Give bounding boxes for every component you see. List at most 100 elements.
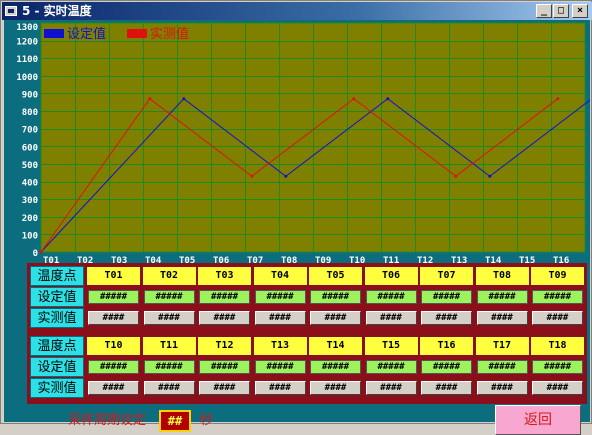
y-tick-label: 700 [22, 126, 38, 136]
title-bar[interactable]: 5 - 实时温度 _ □ × [2, 2, 592, 20]
set-value-cell[interactable]: ##### [532, 360, 583, 374]
temperature-point-cell: T06 [364, 267, 418, 285]
set-value-cell[interactable]: ##### [476, 360, 528, 374]
table-cell: T11 [141, 336, 197, 356]
set-value-cell[interactable]: ##### [199, 290, 250, 304]
set-value-cell[interactable]: ##### [88, 290, 139, 304]
table-cell: #### [308, 308, 363, 328]
maximize-button[interactable]: □ [553, 4, 569, 18]
set-value-cell[interactable]: ##### [365, 290, 417, 304]
row-label-actual: 实测值 [30, 308, 84, 328]
set-value-cell[interactable]: ##### [421, 290, 472, 304]
close-button[interactable]: × [572, 4, 588, 18]
set-value-cell[interactable]: ##### [254, 290, 306, 304]
actual-value-cell: #### [254, 381, 306, 395]
set-value-cell[interactable]: ##### [88, 360, 139, 374]
table-cell: #### [530, 378, 585, 398]
table-cell: #### [363, 308, 419, 328]
y-tick-label: 500 [22, 161, 38, 171]
table-cell: #### [141, 378, 197, 398]
actual-value-cell: #### [421, 381, 472, 395]
back-button[interactable]: 返回 [495, 405, 581, 435]
actual-value-cell: #### [365, 381, 417, 395]
minimize-button[interactable]: _ [536, 4, 552, 18]
table-cell: T12 [197, 336, 252, 356]
table-row: 设定值 ##### ##### ##### ##### ##### ##### ##### ##… [30, 287, 585, 307]
temperature-chart: 0 100 200 300 400 500 600 700 800 900 1000 1100 1200… [16, 22, 590, 265]
app-window: 5 - 实时温度 _ □ × 0 100 200 300 400 500 600 700 800… [0, 0, 592, 435]
temperature-point-cell: T11 [142, 337, 196, 355]
window-title: 5 - 实时温度 [22, 4, 92, 18]
temperature-table: 温度点 T01 T02 T03 T04 T05 T06 T07 T08 T09 设定值 ##### ##… [27, 263, 587, 404]
table-cell: T01 [86, 266, 141, 286]
table-cell: #### [308, 378, 363, 398]
table-cell: T08 [474, 266, 530, 286]
table-cell: ##### [363, 357, 419, 377]
temperature-point-cell: T03 [198, 267, 251, 285]
set-value-cell[interactable]: ##### [421, 360, 472, 374]
y-tick-label: 400 [22, 179, 38, 189]
actual-value-cell: #### [532, 381, 583, 395]
table-row: 实测值 #### #### #### #### #### #### #### #### #### [30, 378, 585, 398]
table-cell: ##### [252, 287, 308, 307]
set-value-cell[interactable]: ##### [143, 360, 195, 374]
table-row: 温度点 T10 T11 T12 T13 T14 T15 T16 T17 T18 [30, 336, 585, 356]
table-cell: ##### [197, 287, 252, 307]
actual-value-cell: #### [199, 311, 250, 325]
table-cell: #### [419, 308, 474, 328]
set-value-cell[interactable]: ##### [199, 360, 250, 374]
set-value-cell[interactable]: ##### [310, 290, 361, 304]
y-tick-label: 100 [22, 231, 38, 241]
set-value-cell[interactable]: ##### [143, 290, 195, 304]
legend-swatch-actual [127, 29, 147, 38]
set-value-cell[interactable]: ##### [254, 360, 306, 374]
table-cell: T09 [530, 266, 585, 286]
actual-value-cell: #### [143, 311, 195, 325]
row-label-point: 温度点 [30, 336, 84, 356]
table-cell: ##### [474, 287, 530, 307]
actual-value-cell: #### [476, 311, 528, 325]
table-cell: ##### [308, 287, 363, 307]
table-cell: #### [474, 308, 530, 328]
y-tick-label: 0 [33, 249, 38, 259]
actual-value-cell: #### [254, 311, 306, 325]
temperature-point-cell: T09 [531, 267, 584, 285]
table-cell: T17 [474, 336, 530, 356]
table-cell: ##### [363, 287, 419, 307]
table-cell: #### [419, 378, 474, 398]
row-label-actual: 实测值 [30, 378, 84, 398]
temperature-point-cell: T14 [309, 337, 362, 355]
temperature-point-cell: T02 [142, 267, 196, 285]
row-label-set: 设定值 [30, 357, 84, 377]
table-cell: ##### [86, 357, 141, 377]
table-cell: #### [252, 378, 308, 398]
table-cell: ##### [530, 287, 585, 307]
actual-value-point [556, 97, 560, 101]
actual-value-cell: #### [532, 311, 583, 325]
sampling-period-input[interactable]: ## [159, 410, 191, 432]
actual-value-cell: #### [88, 311, 139, 325]
y-tick-label: 600 [22, 143, 38, 153]
set-value-cell[interactable]: ##### [532, 290, 583, 304]
temperature-point-cell: T05 [309, 267, 362, 285]
app-window-icon[interactable] [5, 6, 17, 16]
y-tick-label: 1100 [16, 55, 38, 65]
table-cell: ##### [86, 287, 141, 307]
set-value-cell[interactable]: ##### [310, 360, 361, 374]
table-cell: ##### [530, 357, 585, 377]
table-cell: #### [530, 308, 585, 328]
set-value-cell[interactable]: ##### [476, 290, 528, 304]
y-tick-label: 800 [22, 108, 38, 118]
table-cell: ##### [419, 357, 474, 377]
temperature-point-cell: T08 [475, 267, 529, 285]
y-tick-label: 1000 [16, 73, 38, 83]
set-value-point [182, 97, 186, 101]
temperature-point-cell: T13 [253, 337, 307, 355]
table-cell: ##### [308, 357, 363, 377]
row-label-set: 设定值 [30, 287, 84, 307]
set-value-cell[interactable]: ##### [365, 360, 417, 374]
actual-value-cell: #### [310, 311, 361, 325]
temperature-point-cell: T15 [364, 337, 418, 355]
table-cell: #### [86, 378, 141, 398]
table-cell: T05 [308, 266, 363, 286]
